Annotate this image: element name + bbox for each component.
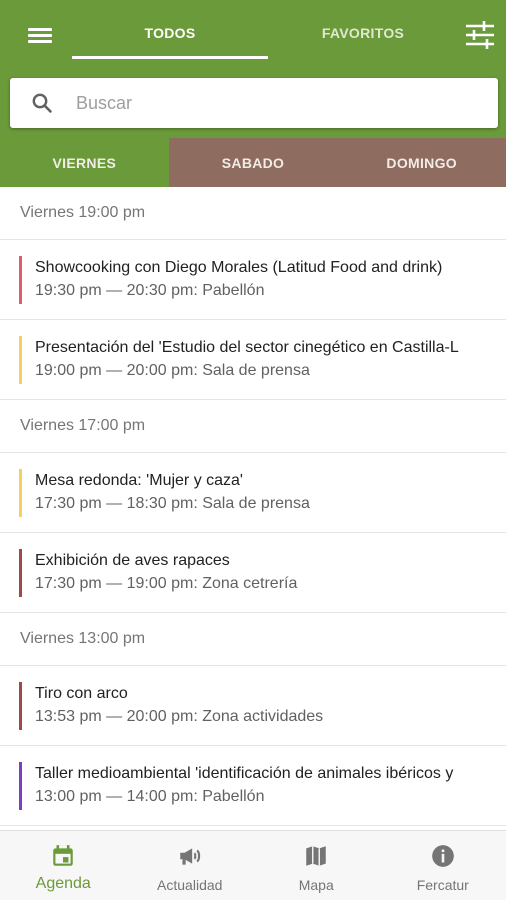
tab-indicator (72, 56, 268, 59)
event-title: Mesa redonda: 'Mujer y caza' (35, 472, 243, 489)
event-title: Presentación del 'Estudio del sector cin… (35, 339, 459, 356)
group-header: Viernes 17:00 pm (0, 400, 506, 453)
nav-label: Fercatur (416, 877, 469, 893)
day-tab-viernes[interactable]: VIERNES (0, 138, 169, 187)
sliders-filter-icon (466, 21, 494, 49)
group-header: Viernes 19:00 pm (0, 187, 506, 240)
megaphone-icon (180, 848, 200, 865)
event-item[interactable]: Showcooking con Diego Morales (Latitud F… (0, 240, 506, 320)
event-item[interactable]: Tiro con arco 13:53 pm — 20:00 pm: Zona … (0, 666, 506, 746)
group-header: Viernes 13:00 pm (0, 613, 506, 666)
event-item[interactable]: Taller medioambiental 'identificación de… (0, 746, 506, 826)
event-time-location: 17:30 pm — 19:00 pm: Zona cetrería (35, 575, 298, 592)
app-bar: TODOS FAVORITOS (0, 0, 506, 78)
category-color-bar (19, 682, 22, 730)
menu-button[interactable] (22, 20, 58, 50)
event-item[interactable]: Mesa redonda: 'Mujer y caza' 17:30 pm — … (0, 453, 506, 533)
nav-agenda[interactable]: Agenda (0, 831, 127, 900)
map-icon (306, 846, 326, 866)
bottom-navigation: Agenda Actualidad Mapa Fercatur (0, 830, 506, 900)
category-color-bar (19, 336, 22, 384)
nav-label: Actualidad (157, 877, 223, 893)
event-title: Taller medioambiental 'identificación de… (35, 765, 454, 782)
search-bar[interactable] (10, 78, 498, 128)
day-selector: VIERNES SABADO DOMINGO (0, 138, 506, 187)
event-list[interactable]: Viernes 19:00 pm Showcooking con Diego M… (0, 187, 506, 830)
search-input[interactable] (76, 86, 476, 120)
tab-favoritos[interactable]: FAVORITOS (268, 0, 458, 60)
category-color-bar (19, 762, 22, 810)
info-icon (431, 845, 454, 867)
nav-label: Agenda (35, 875, 91, 892)
category-color-bar (19, 469, 22, 517)
event-time-location: 19:30 pm — 20:30 pm: Pabellón (35, 282, 265, 299)
event-item[interactable]: Exhibición de aves rapaces 17:30 pm — 19… (0, 533, 506, 613)
hamburger-menu-icon (28, 28, 52, 31)
hamburger-menu-icon-line (28, 40, 52, 43)
event-title: Showcooking con Diego Morales (Latitud F… (35, 259, 443, 276)
calendar-icon (53, 845, 73, 866)
event-time-location: 19:00 pm — 20:00 pm: Sala de prensa (35, 362, 310, 379)
hamburger-menu-icon-line (28, 34, 52, 37)
event-time-location: 17:30 pm — 18:30 pm: Sala de prensa (35, 495, 310, 512)
tab-todos[interactable]: TODOS (72, 0, 268, 60)
event-title: Exhibición de aves rapaces (35, 552, 230, 569)
day-tab-sabado[interactable]: SABADO (168, 138, 338, 187)
event-item[interactable]: Presentación del 'Estudio del sector cin… (0, 320, 506, 400)
filter-button[interactable] (463, 18, 497, 52)
nav-fercatur[interactable]: Fercatur (380, 831, 506, 900)
nav-mapa[interactable]: Mapa (253, 831, 380, 900)
search-icon (32, 93, 52, 113)
event-time-location: 13:53 pm — 20:00 pm: Zona actividades (35, 708, 324, 725)
event-title: Tiro con arco (35, 685, 128, 702)
day-tab-domingo[interactable]: DOMINGO (337, 138, 506, 187)
nav-label: Mapa (298, 877, 334, 893)
category-color-bar (19, 549, 22, 597)
event-time-location: 13:00 pm — 14:00 pm: Pabellón (35, 788, 265, 805)
category-color-bar (19, 256, 22, 304)
nav-actualidad[interactable]: Actualidad (127, 831, 254, 900)
